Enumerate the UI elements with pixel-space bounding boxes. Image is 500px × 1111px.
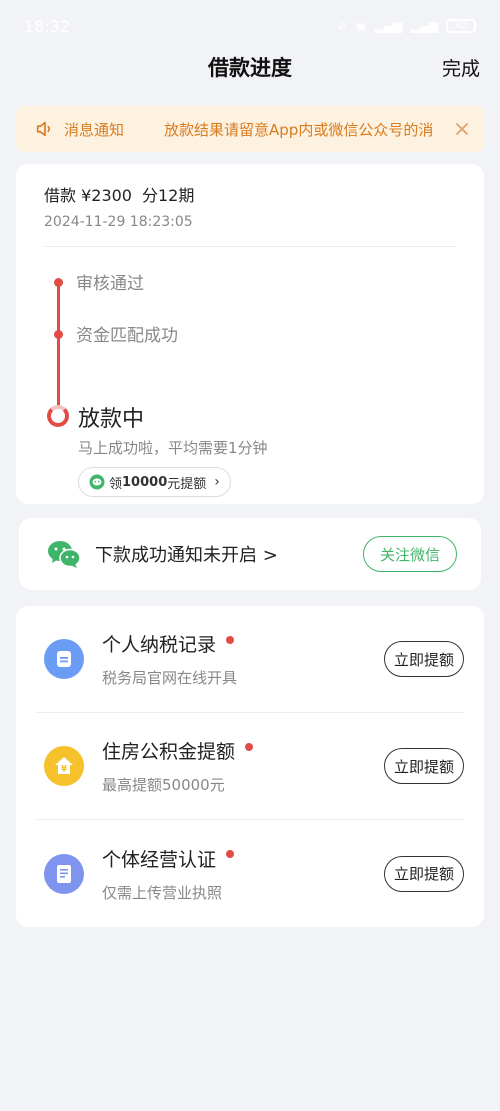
quota-prefix: 领 [109, 476, 123, 492]
timeline-dot [54, 278, 63, 287]
status-time: 18:32 [24, 16, 71, 36]
boost-title: 住房公积金提额 [102, 737, 384, 764]
business-license-icon [44, 853, 84, 894]
boost-subtitle: 税务局官网在线开具 [102, 669, 238, 687]
loan-timestamp: 2024-11-29 18:23:05 [44, 214, 456, 247]
timeline-dot [54, 330, 63, 339]
speaker-icon [36, 121, 50, 137]
boost-info: 个人纳税记录 税务局官网在线开具 [102, 630, 384, 688]
boost-info: 住房公积金提额 最高提额50000元 [102, 737, 384, 795]
wechat-icon [48, 541, 81, 568]
quota-amount: 10000 [122, 474, 168, 490]
loan-amount: 借款 ¥2300 [44, 186, 132, 205]
follow-wechat-button[interactable]: 关注微信 [363, 536, 457, 572]
boost-title-text: 住房公积金提额 [102, 741, 236, 763]
quota-suffix: 元提额 [167, 476, 207, 492]
loan-period: 分12期 [142, 186, 195, 205]
current-step-hint: 马上成功啦，平均需要1分钟 [78, 439, 268, 457]
notice-banner[interactable]: 消息通知 放款结果请留意App内或微信公众号的消 [16, 106, 484, 152]
step-label: 审核通过 [76, 274, 144, 294]
boost-title: 个体经营认证 [102, 845, 384, 872]
boost-title-text: 个体经营认证 [102, 848, 217, 871]
page-title: 借款进度 [208, 56, 292, 80]
current-step: 放款中 [78, 407, 145, 432]
list-item[interactable]: ¥ 住房公积金提额 最高提额50000元 立即提额 [36, 713, 464, 820]
red-dot-badge [245, 742, 254, 751]
wechat-notify-card[interactable]: 下款成功通知未开启 > 关注微信 [19, 518, 481, 590]
done-button[interactable]: 完成 [442, 54, 480, 81]
quota-boost-card: 个人纳税记录 税务局官网在线开具 立即提额 ¥ 住房公积金提额 最高提额5000… [16, 606, 484, 927]
progress-timeline: 审核通过 资金匹配成功 放款中 马上成功啦，平均需要1分钟 领 10000 元提额 … [44, 261, 456, 497]
boost-title: 个人纳税记录 [102, 630, 384, 657]
close-icon[interactable] [454, 121, 470, 137]
boost-now-button[interactable]: 立即提额 [384, 641, 464, 677]
loading-spinner-icon [47, 405, 69, 427]
notice-text: 放款结果请留意App内或微信公众号的消 [164, 120, 434, 139]
list-item[interactable]: 个体经营认证 仅需上传营业执照 立即提额 [36, 820, 464, 927]
wechat-icon [89, 474, 105, 490]
signal-5g-icon: ▂▄▆ [374, 19, 403, 33]
list-item[interactable]: 个人纳税记录 税务局官网在线开具 立即提额 [36, 606, 464, 713]
loan-progress-card: 借款 ¥2300 分12期 2024-11-29 18:23:05 审核通过 资金… [16, 164, 484, 504]
boost-title-text: 个人纳税记录 [102, 634, 217, 656]
quota-pill-button[interactable]: 领 10000 元提额 › [78, 467, 231, 497]
svg-text:¥: ¥ [61, 765, 68, 775]
step-label: 资金匹配成功 [76, 326, 178, 346]
status-icons: ⊘ ▣ ▂▄▆ ▂▄▆ 62 [337, 19, 476, 33]
nav-bar: 借款进度 完成 [0, 52, 500, 82]
chevron-right-icon: › [214, 474, 220, 490]
notice-label: 消息通知 [64, 120, 125, 139]
boost-subtitle: 最高提额50000元 [102, 776, 225, 794]
red-dot-badge [226, 850, 235, 858]
red-dot-badge [226, 635, 235, 644]
boost-info: 个体经营认证 仅需上传营业执照 [102, 845, 384, 903]
hd-icon: ▣ [355, 19, 367, 33]
timeline-line [57, 282, 60, 406]
boost-now-button[interactable]: 立即提额 [384, 748, 464, 784]
wechat-notify-text: 下款成功通知未开启 > [95, 545, 278, 566]
silent-icon: ⊘ [337, 19, 348, 33]
boost-now-button[interactable]: 立即提额 [384, 855, 464, 892]
housing-fund-icon: ¥ [44, 746, 84, 786]
boost-subtitle: 仅需上传营业执照 [102, 883, 223, 902]
loan-summary: 借款 ¥2300 分12期 [44, 182, 456, 206]
signal-4g-icon: ▂▄▆ [410, 19, 438, 33]
battery-level: 62 [455, 21, 467, 31]
tax-record-icon [44, 639, 84, 679]
battery-icon: 62 [446, 19, 476, 33]
status-bar: 18:32 ⊘ ▣ ▂▄▆ ▂▄▆ 62 [0, 0, 500, 52]
